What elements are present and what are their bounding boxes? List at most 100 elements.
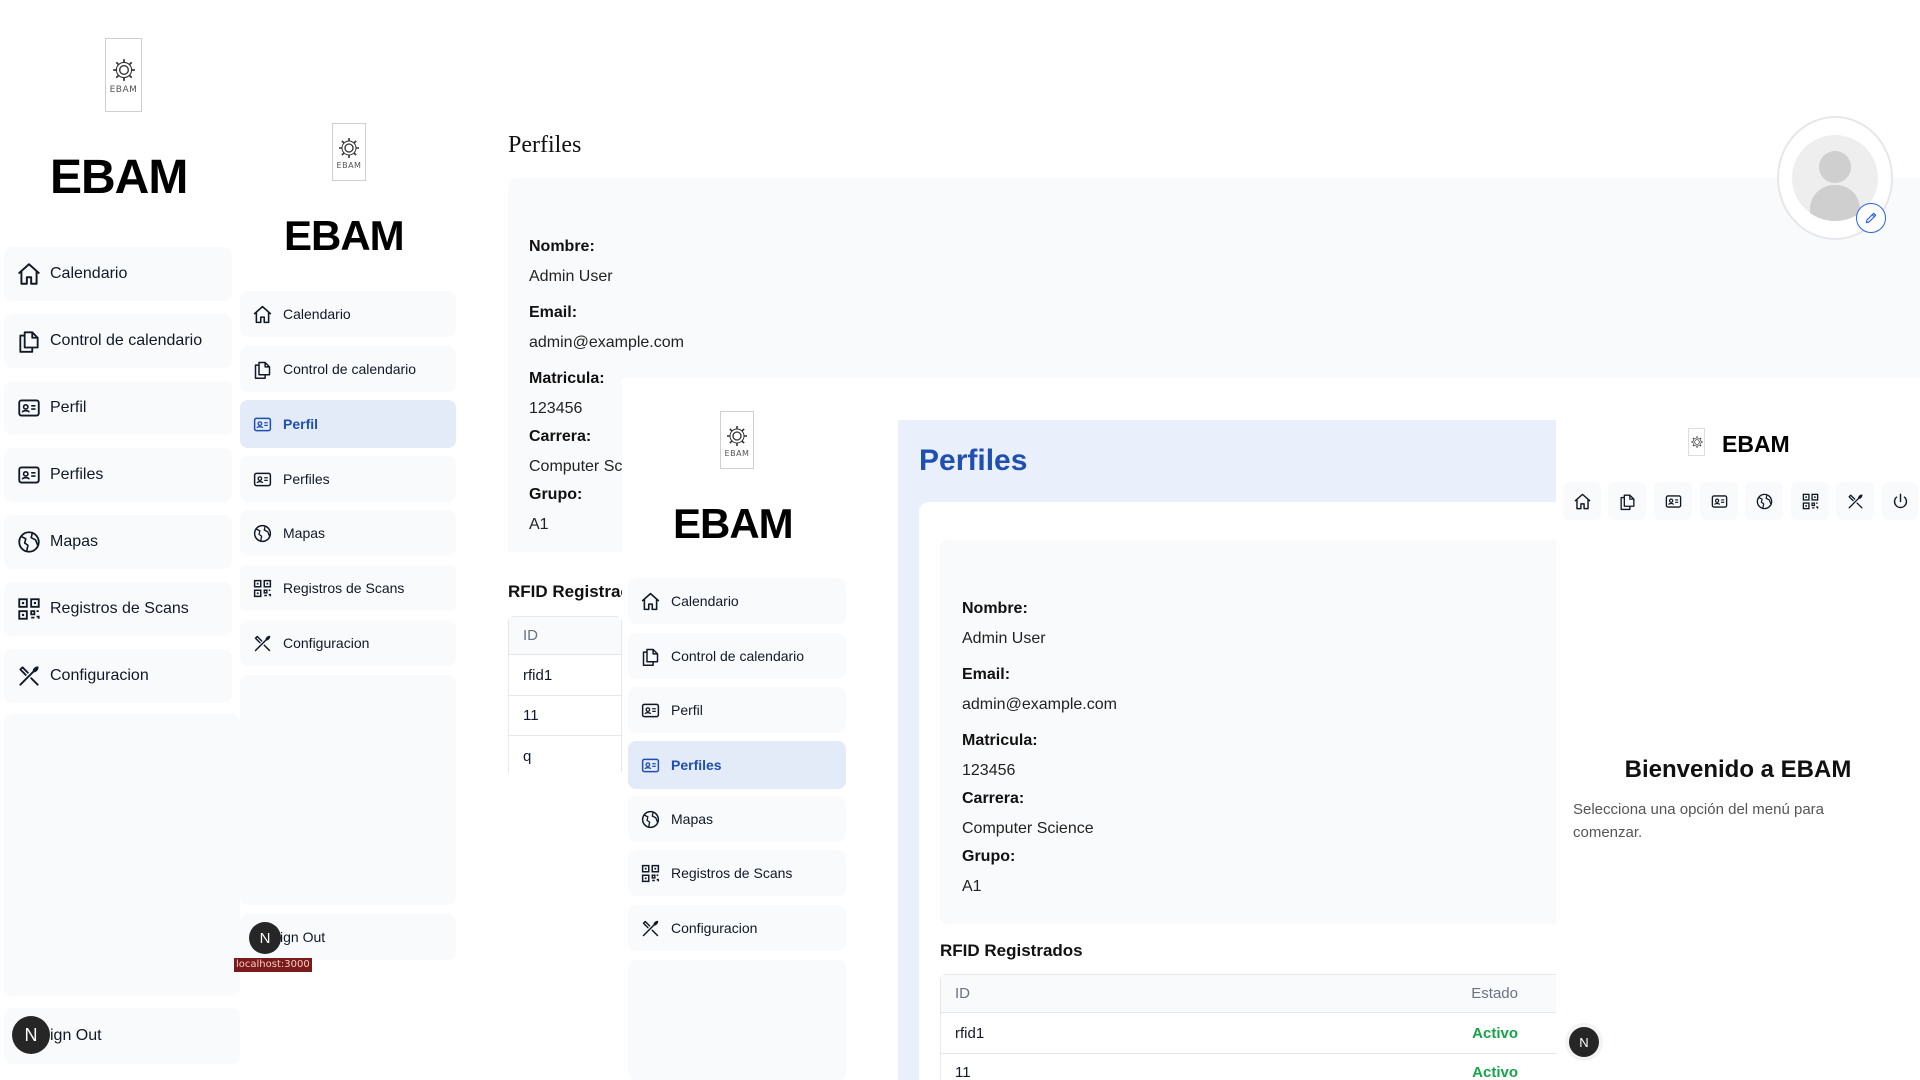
grupo-label: Grupo: — [529, 486, 583, 503]
gear-icon — [111, 58, 136, 82]
sidebar-item-label: Perfil — [671, 702, 703, 718]
avatar-letter: N — [1579, 1034, 1589, 1050]
sidebar-item-configuracion[interactable]: Configuracion — [628, 905, 846, 951]
home-icon — [640, 591, 661, 612]
sidebar-item-label: Perfil — [50, 399, 87, 416]
grupo-label: Grupo: — [962, 848, 1016, 865]
table-row[interactable]: rfid1 — [509, 656, 621, 696]
sign-out-label: ign Out — [50, 1027, 102, 1044]
sidebar-item-registros[interactable]: Registros de Scans — [628, 850, 846, 896]
carrera-value: Computer Science — [962, 820, 1094, 837]
table-row[interactable]: 11 Activo — [941, 1054, 1556, 1080]
gear-icon — [338, 136, 360, 159]
avatar[interactable]: N — [249, 922, 281, 954]
sidebar-item-perfiles[interactable]: Perfiles — [4, 448, 232, 502]
grupo-value: A1 — [962, 878, 982, 895]
profile-card — [508, 178, 1920, 378]
nav-registros-button[interactable] — [1791, 482, 1829, 520]
sidebar-item-perfil[interactable]: Perfil — [240, 400, 456, 448]
matricula-label: Matricula: — [529, 370, 605, 387]
sidebar-item-label: Perfil — [283, 416, 319, 432]
nombre-value: Admin User — [962, 630, 1046, 647]
profile-info-lower: Matricula: 123456 Carrera: Computer Sci … — [529, 368, 626, 536]
sidebar-item-label: Perfiles — [283, 471, 330, 487]
id-card-icon — [252, 414, 273, 435]
sidebar-item-registros[interactable]: Registros de Scans — [4, 582, 232, 636]
sidebar-item-configuracion[interactable]: Configuracion — [4, 649, 232, 703]
qr-code-icon — [1801, 492, 1820, 511]
nav-mapas-button[interactable] — [1745, 482, 1783, 520]
id-card-icon — [16, 395, 42, 421]
id-card-icon — [640, 700, 661, 721]
row-id: rfid1 — [523, 667, 553, 684]
nav-configuracion-button[interactable] — [1836, 482, 1874, 520]
logo-caption: EBAM — [724, 448, 750, 458]
carrera-value: Computer Sci — [529, 458, 626, 475]
tools-icon — [640, 918, 661, 939]
sidebar-item-control[interactable]: Control de calendario — [4, 314, 232, 368]
table-row[interactable]: rfid1 Activo — [941, 1014, 1556, 1054]
email-label: Email: — [962, 666, 1011, 683]
sidebar-item-calendario[interactable]: Calendario — [628, 578, 846, 624]
sidebar-item-label: Perfiles — [50, 466, 104, 483]
grupo-value: A1 — [529, 516, 549, 533]
nav-perfil-button[interactable] — [1654, 482, 1692, 520]
globe-icon — [252, 523, 273, 544]
id-card-icon — [1710, 492, 1729, 511]
brand-title: EBAM — [1722, 431, 1790, 457]
avatar-letter: N — [24, 1024, 38, 1045]
qr-code-icon — [252, 578, 273, 599]
table-row[interactable]: 11 — [509, 696, 621, 736]
globe-icon — [640, 809, 661, 830]
sidebar-item-calendario[interactable]: Calendario — [240, 291, 456, 337]
status-badge: Activo — [1472, 1064, 1518, 1080]
sidebar-spacer — [628, 960, 846, 1080]
id-card-icon — [252, 469, 273, 490]
avatar[interactable]: N — [12, 1016, 50, 1054]
sidebar-item-configuracion[interactable]: Configuracion — [240, 620, 456, 666]
home-icon — [252, 304, 273, 325]
sidebar-item-label: Perfiles — [671, 757, 722, 773]
sidebar-item-mapas[interactable]: Mapas — [240, 510, 456, 556]
col-id: ID — [955, 985, 970, 1002]
sidebar-item-mapas[interactable]: Mapas — [4, 515, 232, 569]
sidebar-item-control[interactable]: Control de calendario — [240, 346, 456, 392]
sidebar-item-control[interactable]: Control de calendario — [628, 633, 846, 679]
sidebar-item-perfiles[interactable]: Perfiles — [240, 456, 456, 502]
power-icon — [1891, 492, 1910, 511]
nav-perfiles-button[interactable] — [1700, 482, 1738, 520]
ebam-logo-image — [1688, 428, 1705, 456]
url-tooltip-text: localhost:3000 — [236, 959, 310, 970]
copy-icon — [1618, 492, 1637, 511]
row-id: 11 — [523, 707, 539, 724]
sidebar-item-registros[interactable]: Registros de Scans — [240, 565, 456, 611]
status-badge: Activo — [1472, 1025, 1518, 1042]
carrera-label: Carrera: — [962, 790, 1025, 807]
sidebar-item-perfil[interactable]: Perfil — [628, 687, 846, 733]
row-id: q — [523, 747, 532, 765]
sidebar-spacer — [4, 714, 240, 996]
matricula-value: 123456 — [962, 762, 1016, 779]
home-icon — [1573, 492, 1592, 511]
sidebar-item-perfiles[interactable]: Perfiles — [628, 741, 846, 789]
sign-out-button[interactable] — [1882, 482, 1918, 520]
sidebar-item-mapas[interactable]: Mapas — [628, 796, 846, 842]
edit-avatar-button[interactable] — [1856, 203, 1886, 233]
welcome-subtitle: Selecciona una opción del menú para come… — [1573, 798, 1873, 844]
page-title: Perfiles — [919, 444, 1028, 477]
avatar[interactable]: N — [1569, 1027, 1599, 1057]
row-id: rfid1 — [955, 1025, 985, 1042]
sidebar-item-perfil[interactable]: Perfil — [4, 381, 232, 435]
sidebar-item-label: Configuracion — [671, 920, 758, 936]
copy-icon — [16, 328, 42, 354]
brand-title: EBAM — [284, 212, 405, 259]
copy-icon — [640, 646, 661, 667]
nav-home-button[interactable] — [1563, 482, 1601, 520]
email-label: Email: — [529, 304, 578, 321]
nav-control-button[interactable] — [1608, 482, 1646, 520]
sidebar-item-label: Configuracion — [50, 667, 149, 684]
gear-icon — [726, 424, 748, 447]
sidebar-item-calendario[interactable]: Calendario — [4, 247, 232, 301]
profile-info: Nombre: Admin User Email: admin@example.… — [529, 236, 684, 354]
table-row[interactable]: q — [509, 736, 621, 776]
